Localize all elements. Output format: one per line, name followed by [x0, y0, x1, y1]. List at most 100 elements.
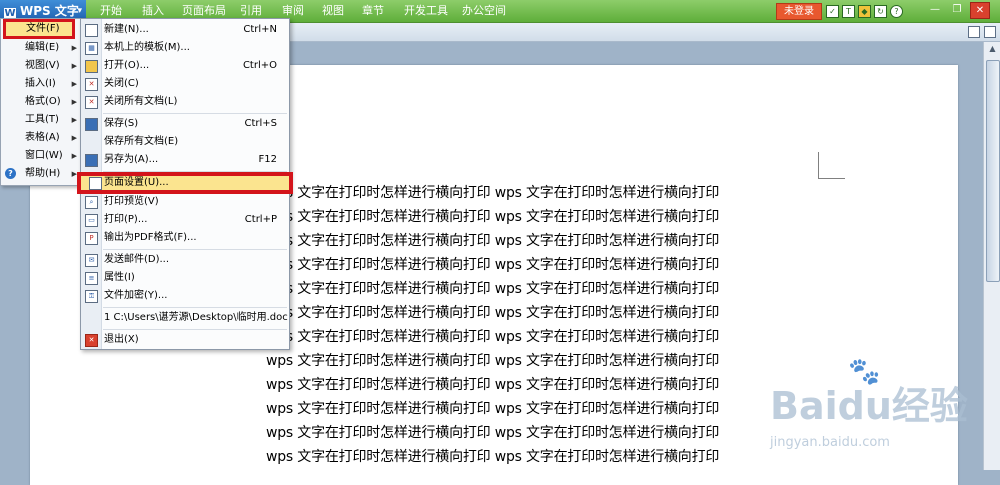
tab-office-space[interactable]: 办公空间: [462, 0, 506, 22]
text-line: wps 文字在打印时怎样进行横向打印 wps 文字在打印时怎样进行横向打印: [266, 257, 720, 273]
menu-item-label: 插入(I): [25, 78, 56, 89]
watermark-brand: Baidu经验: [770, 384, 968, 428]
menu-item-print[interactable]: ▭ 打印(P)... Ctrl+P: [81, 211, 289, 229]
menu-item-label: 发送邮件(D)...: [104, 254, 170, 265]
minimize-button[interactable]: —: [926, 2, 944, 17]
menu-item-insert[interactable]: 插入(I) ▶: [1, 75, 81, 93]
menu-item-label: 新建(N)...: [104, 24, 149, 35]
menu-item-label: 打印(P)...: [104, 214, 148, 225]
menu-item-close[interactable]: ✕ 关闭(C): [81, 75, 289, 93]
scroll-up-icon[interactable]: ▲: [984, 42, 1000, 56]
panel-icon[interactable]: [968, 26, 980, 38]
chevron-right-icon: ▶: [71, 80, 77, 88]
menu-item-local-templates[interactable]: ▦ 本机上的模板(M)...: [81, 39, 289, 57]
restore-button[interactable]: ❐: [948, 2, 966, 17]
chevron-right-icon: ▶: [71, 98, 77, 106]
menu-item-encrypt[interactable]: ⚿ 文件加密(Y)...: [81, 287, 289, 305]
refresh-icon[interactable]: ↻: [874, 5, 887, 18]
menu-item-label: 输出为PDF格式(F)...: [104, 232, 197, 243]
menu-item-save[interactable]: 保存(S) Ctrl+S: [81, 115, 289, 133]
menu-item-open[interactable]: 打开(O)... Ctrl+O: [81, 57, 289, 75]
shield-icon[interactable]: ◆: [858, 5, 871, 18]
menu-item-send-mail[interactable]: ✉ 发送邮件(D)...: [81, 251, 289, 269]
text-line: wps 文字在打印时怎样进行横向打印 wps 文字在打印时怎样进行横向打印: [266, 233, 720, 249]
chevron-right-icon: ▶: [71, 62, 77, 70]
menu-item-label: 格式(O): [25, 96, 61, 107]
menu-separator: [103, 113, 287, 114]
menu-item-label: 页面设置(U)...: [104, 177, 169, 188]
menu-separator: [103, 249, 287, 250]
text-line: wps 文字在打印时怎样进行横向打印 wps 文字在打印时怎样进行横向打印: [266, 353, 720, 369]
menu-item-shortcut: Ctrl+P: [244, 214, 277, 225]
baidu-watermark: 🐾 Baidu经验 jingyan.baidu.com: [760, 355, 980, 465]
close-button[interactable]: ✕: [970, 2, 990, 19]
menu-item-label: 打开(O)...: [104, 60, 150, 71]
tab-developer[interactable]: 开发工具: [404, 0, 448, 22]
chevron-right-icon: ▶: [71, 152, 77, 160]
menu-item-view[interactable]: 视图(V) ▶: [1, 57, 81, 75]
text-line: wps 文字在打印时怎样进行横向打印 wps 文字在打印时怎样进行横向打印: [266, 449, 720, 465]
menu-item-label: 视图(V): [25, 60, 60, 71]
menu-item-close-all[interactable]: ✕ 关闭所有文档(L): [81, 93, 289, 111]
menu-item-shortcut: Ctrl+O: [242, 60, 277, 71]
text-line: wps 文字在打印时怎样进行横向打印 wps 文字在打印时怎样进行横向打印: [266, 377, 720, 393]
menu-item-window[interactable]: 窗口(W) ▶: [1, 147, 81, 165]
menu-item-save-all[interactable]: 保存所有文档(E): [81, 133, 289, 151]
menu-item-export-pdf[interactable]: P 输出为PDF格式(F)...: [81, 229, 289, 247]
menu-item-tools[interactable]: 工具(T) ▶: [1, 111, 81, 129]
chevron-right-icon: ▶: [71, 116, 77, 124]
menu-item-label: 打印预览(V): [104, 196, 159, 207]
menu-item-label: 工具(T): [25, 114, 59, 125]
checkbox-icon[interactable]: ✓: [826, 5, 839, 18]
menu-item-label: 属性(I): [104, 272, 135, 283]
main-menu: 文件(F) 编辑(E) ▶ 视图(V) ▶ 插入(I) ▶ 格式(O) ▶ 工具(T) ▶…: [0, 18, 82, 186]
scroll-thumb[interactable]: [986, 60, 1000, 282]
text-line: wps 文字在打印时怎样进行横向打印 wps 文字在打印时怎样进行横向打印: [266, 329, 720, 345]
menu-item-properties[interactable]: ≡ 属性(I): [81, 269, 289, 287]
save-as-icon: [85, 154, 98, 167]
menu-item-file[interactable]: 文件(F): [3, 19, 75, 39]
chevron-right-icon: ▶: [71, 44, 77, 52]
menu-item-label: 1 C:\Users\谌芳源\Desktop\临时用.doc: [104, 312, 288, 323]
exit-icon: ✕: [85, 334, 98, 347]
menu-item-label: 编辑(E): [25, 42, 60, 53]
menu-item-label: 退出(X): [104, 334, 139, 345]
shirt-icon[interactable]: T: [842, 5, 855, 18]
tab-chapter[interactable]: 章节: [362, 0, 384, 22]
login-button[interactable]: 未登录: [776, 3, 822, 20]
vertical-scrollbar[interactable]: ▲: [983, 42, 1000, 470]
close-doc-icon[interactable]: [984, 26, 996, 38]
menu-item-format[interactable]: 格式(O) ▶: [1, 93, 81, 111]
menu-item-page-setup[interactable]: 页面设置(U)...: [77, 172, 293, 194]
text-line: wps 文字在打印时怎样进行横向打印 wps 文字在打印时怎样进行横向打印: [266, 305, 720, 321]
menu-item-help[interactable]: ? 帮助(H) ▶: [1, 165, 81, 183]
lock-icon: ⚿: [85, 290, 98, 303]
text-line: wps 文字在打印时怎样进行横向打印 wps 文字在打印时怎样进行横向打印: [266, 425, 720, 441]
app-name: WPS 文字: [20, 4, 79, 18]
menu-item-label: 保存所有文档(E): [104, 136, 179, 147]
menu-item-label: 窗口(W): [25, 150, 63, 161]
menu-item-table[interactable]: 表格(A) ▶: [1, 129, 81, 147]
mail-icon: ✉: [85, 254, 98, 267]
close-document-icon: ✕: [85, 78, 98, 91]
tab-view[interactable]: 视图: [322, 0, 344, 22]
text-line: wps 文字在打印时怎样进行横向打印 wps 文字在打印时怎样进行横向打印: [266, 209, 720, 225]
menu-item-recent-file[interactable]: 1 C:\Users\谌芳源\Desktop\临时用.doc: [81, 309, 289, 327]
menu-item-shortcut: Ctrl+N: [243, 24, 277, 35]
menu-item-shortcut: Ctrl+S: [244, 118, 277, 129]
menu-item-label: 表格(A): [25, 132, 60, 143]
menu-item-new[interactable]: 新建(N)... Ctrl+N: [81, 21, 289, 39]
menu-item-edit[interactable]: 编辑(E) ▶: [1, 39, 81, 57]
pdf-icon: P: [85, 232, 98, 245]
menu-item-label: 另存为(A)...: [104, 154, 159, 165]
help-icon[interactable]: ?: [890, 5, 903, 18]
new-document-icon: [85, 24, 98, 37]
menu-item-label: 关闭所有文档(L): [104, 96, 178, 107]
menu-item-label: 保存(S): [104, 118, 139, 129]
menu-item-save-as[interactable]: 另存为(A)... F12: [81, 151, 289, 169]
text-line: wps 文字在打印时怎样进行横向打印 wps 文字在打印时怎样进行横向打印: [266, 185, 720, 201]
menu-item-shortcut: F12: [258, 154, 277, 165]
menu-item-print-preview[interactable]: ⌕ 打印预览(V): [81, 193, 289, 211]
menu-item-exit[interactable]: ✕ 退出(X): [81, 331, 289, 349]
printer-icon: ▭: [85, 214, 98, 227]
